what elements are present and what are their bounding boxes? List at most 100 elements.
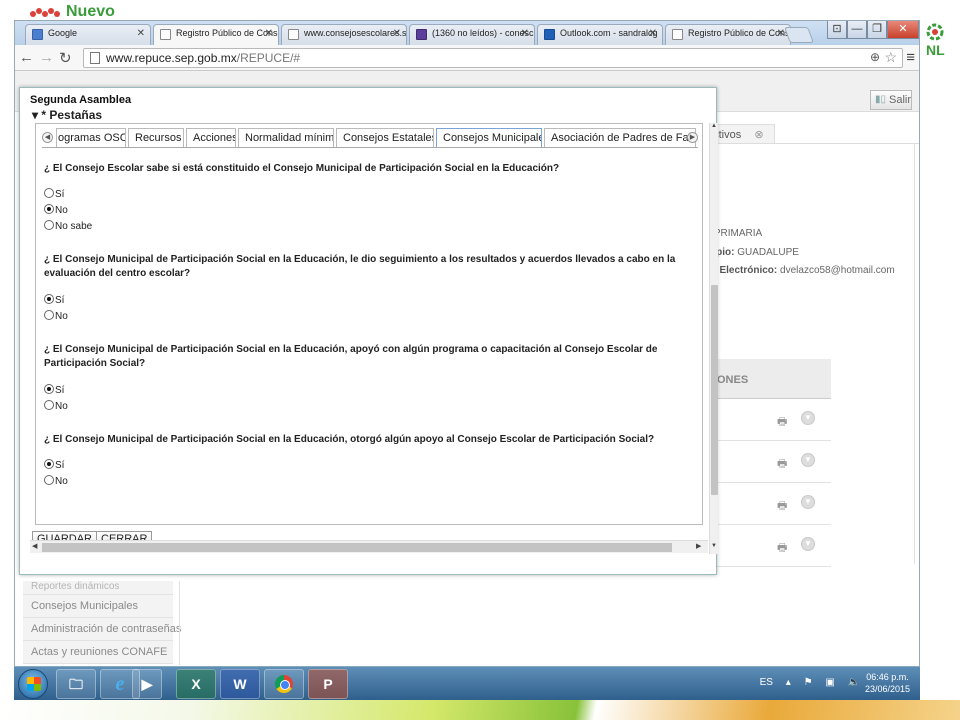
taskbar-word[interactable]: W xyxy=(220,669,260,699)
volume-icon[interactable]: 🔈 xyxy=(848,677,860,688)
nav-item-contrasenas[interactable]: Administración de contraseñas xyxy=(23,618,181,641)
start-button[interactable] xyxy=(18,669,48,699)
scroll-up-icon[interactable]: ▲ xyxy=(711,123,717,129)
url-text[interactable]: www.repuce.sep.gob.mx/REPUCE/# xyxy=(106,51,300,65)
tab-scroll-right-icon[interactable]: ▶ xyxy=(687,132,698,143)
nav-item-reportes[interactable]: Reportes dinámicos xyxy=(23,581,173,595)
browser-tab-google[interactable]: Google ✕ xyxy=(25,24,151,45)
browser-tab-registro-active[interactable]: Registro Público de Conse ✕ xyxy=(153,24,279,46)
q2-option-no[interactable]: No xyxy=(44,310,68,324)
flag-icon[interactable]: ⚑ xyxy=(804,677,813,688)
question-2: ¿ El Consejo Municipal de Participación … xyxy=(44,254,676,279)
zoom-icon[interactable]: ⊕ xyxy=(870,50,880,64)
q4-option-si[interactable]: Sí xyxy=(44,459,64,473)
taskbar-chrome[interactable] xyxy=(264,669,304,699)
print-icon[interactable]: 🖶 xyxy=(777,413,787,432)
scrollbar-thumb[interactable] xyxy=(711,285,718,495)
clock-time: 06:46 p.m. xyxy=(866,672,909,682)
q2-option-si[interactable]: Sí xyxy=(44,294,64,308)
option-label: Sí xyxy=(55,460,65,471)
close-window-button[interactable]: ✕ xyxy=(887,21,919,39)
minimize-button[interactable]: — xyxy=(847,21,867,39)
close-tab-icon[interactable]: ✕ xyxy=(777,28,785,39)
pestanas-section[interactable]: ▾ * Pestañas xyxy=(32,108,102,122)
print-icon[interactable]: 🖶 xyxy=(777,539,787,558)
network-icon[interactable]: ▣ xyxy=(825,677,834,688)
close-tab-icon[interactable]: ✕ xyxy=(265,28,273,39)
browser-tab-registro-2[interactable]: Registro Público de Conse ✕ xyxy=(665,24,791,45)
close-tab-icon[interactable]: ✕ xyxy=(393,28,401,39)
radio-button[interactable] xyxy=(44,475,54,485)
q3-option-si[interactable]: Sí xyxy=(44,384,64,398)
segunda-asamblea-dialog: Segunda Asamblea ▾ * Pestañas ◀ ogramas … xyxy=(19,87,718,575)
show-hidden-icons-icon[interactable]: ▴ xyxy=(786,677,791,688)
q1-option-no[interactable]: No xyxy=(44,204,68,218)
radio-button-selected[interactable] xyxy=(44,204,54,214)
media-player-icon: ▶ xyxy=(141,676,153,692)
tab-acciones[interactable]: Acciones xyxy=(186,128,236,147)
browser-tab-outlook[interactable]: Outlook.com - sandralcg ✕ xyxy=(537,24,663,45)
new-tab-button[interactable] xyxy=(784,27,814,43)
page-icon xyxy=(160,29,171,40)
page-icon xyxy=(90,52,100,64)
taskbar-explorer[interactable]: 🗀 xyxy=(56,669,96,699)
close-tab-icon[interactable]: ✕ xyxy=(521,28,529,39)
tab-label: Registro Público de Conse xyxy=(688,28,791,38)
dialog-horizontal-scrollbar[interactable]: ◀ ▶ xyxy=(30,540,708,553)
radio-button-selected[interactable] xyxy=(44,294,54,304)
q1-option-si[interactable]: Sí xyxy=(44,188,64,202)
print-icon[interactable]: 🖶 xyxy=(777,455,787,474)
radio-button[interactable] xyxy=(44,220,54,230)
powerpoint-icon: P xyxy=(323,676,333,692)
q4-option-no[interactable]: No xyxy=(44,475,68,489)
language-indicator[interactable]: ES xyxy=(760,677,773,688)
back-arrow-icon[interactable]: ← xyxy=(19,49,34,66)
close-tab-icon[interactable]: ✕ xyxy=(649,28,657,39)
tab-asociacion-padres[interactable]: Asociación de Padres de Familia xyxy=(544,128,696,147)
salir-button[interactable]: ▮▯ Salir xyxy=(870,90,912,110)
address-bar[interactable]: www.repuce.sep.gob.mx/REPUCE/# ⊕ ☆ xyxy=(83,48,903,68)
forward-arrow-icon[interactable]: → xyxy=(39,49,54,66)
radio-button-selected[interactable] xyxy=(44,459,54,469)
browser-tab-consejosescolares[interactable]: www.consejosescolares.se ✕ xyxy=(281,24,407,45)
radio-button-selected[interactable] xyxy=(44,384,54,394)
tab-recursos[interactable]: Recursos xyxy=(128,128,184,147)
maximize-button[interactable]: ❐ xyxy=(867,21,887,39)
menu-hamburger-icon[interactable]: ≡ xyxy=(906,49,915,66)
tab-consejos-estatales[interactable]: Consejos Estatales xyxy=(336,128,434,147)
dropdown-circle-icon[interactable]: ▼ xyxy=(801,411,815,425)
close-tab-icon[interactable]: ⊗ xyxy=(754,129,763,141)
browser-tab-mail[interactable]: (1360 no leídos) - conesc ✕ xyxy=(409,24,535,45)
user-icon[interactable]: ⊡ xyxy=(827,21,847,39)
nav-item-consejos-municipales[interactable]: Consejos Municipales xyxy=(23,595,173,618)
radio-button[interactable] xyxy=(44,400,54,410)
taskbar-powerpoint[interactable]: P xyxy=(308,669,348,699)
tab-normalidad-minima[interactable]: Normalidad mínima xyxy=(238,128,334,147)
scrollbar-thumb[interactable] xyxy=(42,543,672,552)
dropdown-circle-icon[interactable]: ▼ xyxy=(801,537,815,551)
system-clock[interactable]: 06:46 p.m. 23/06/2015 xyxy=(865,671,910,695)
q3-option-no[interactable]: No xyxy=(44,400,68,414)
close-tab-icon[interactable]: ✕ xyxy=(137,28,145,39)
dialog-vertical-scrollbar[interactable]: ▲ ▼ xyxy=(709,123,718,554)
tab-programas-osc[interactable]: ogramas OSC xyxy=(56,128,126,147)
page-icon xyxy=(672,29,683,40)
radio-button[interactable] xyxy=(44,310,54,320)
taskbar-excel[interactable]: X xyxy=(176,669,216,699)
bookmark-star-icon[interactable]: ☆ xyxy=(884,49,897,66)
scroll-left-icon[interactable]: ◀ xyxy=(32,542,37,550)
scroll-right-icon[interactable]: ▶ xyxy=(696,542,701,550)
option-label: Sí xyxy=(55,385,65,396)
tab-scroll-left-icon[interactable]: ◀ xyxy=(42,132,53,143)
dropdown-circle-icon[interactable]: ▼ xyxy=(801,495,815,509)
q1-option-no-sabe[interactable]: No sabe xyxy=(44,220,92,234)
nav-item-actas-conafe[interactable]: Actas y reuniones CONAFE xyxy=(23,641,173,664)
print-icon[interactable]: 🖶 xyxy=(777,497,787,516)
radio-button[interactable] xyxy=(44,188,54,198)
reload-icon[interactable]: ↻ xyxy=(59,49,72,67)
scroll-down-icon[interactable]: ▼ xyxy=(711,543,717,549)
taskbar-media-player[interactable]: ▶ xyxy=(132,669,162,699)
dropdown-circle-icon[interactable]: ▼ xyxy=(801,453,815,467)
tab-consejos-municipales[interactable]: Consejos Municipales xyxy=(436,128,542,147)
tab-strip: Google ✕ Registro Público de Conse ✕ www… xyxy=(15,21,919,46)
